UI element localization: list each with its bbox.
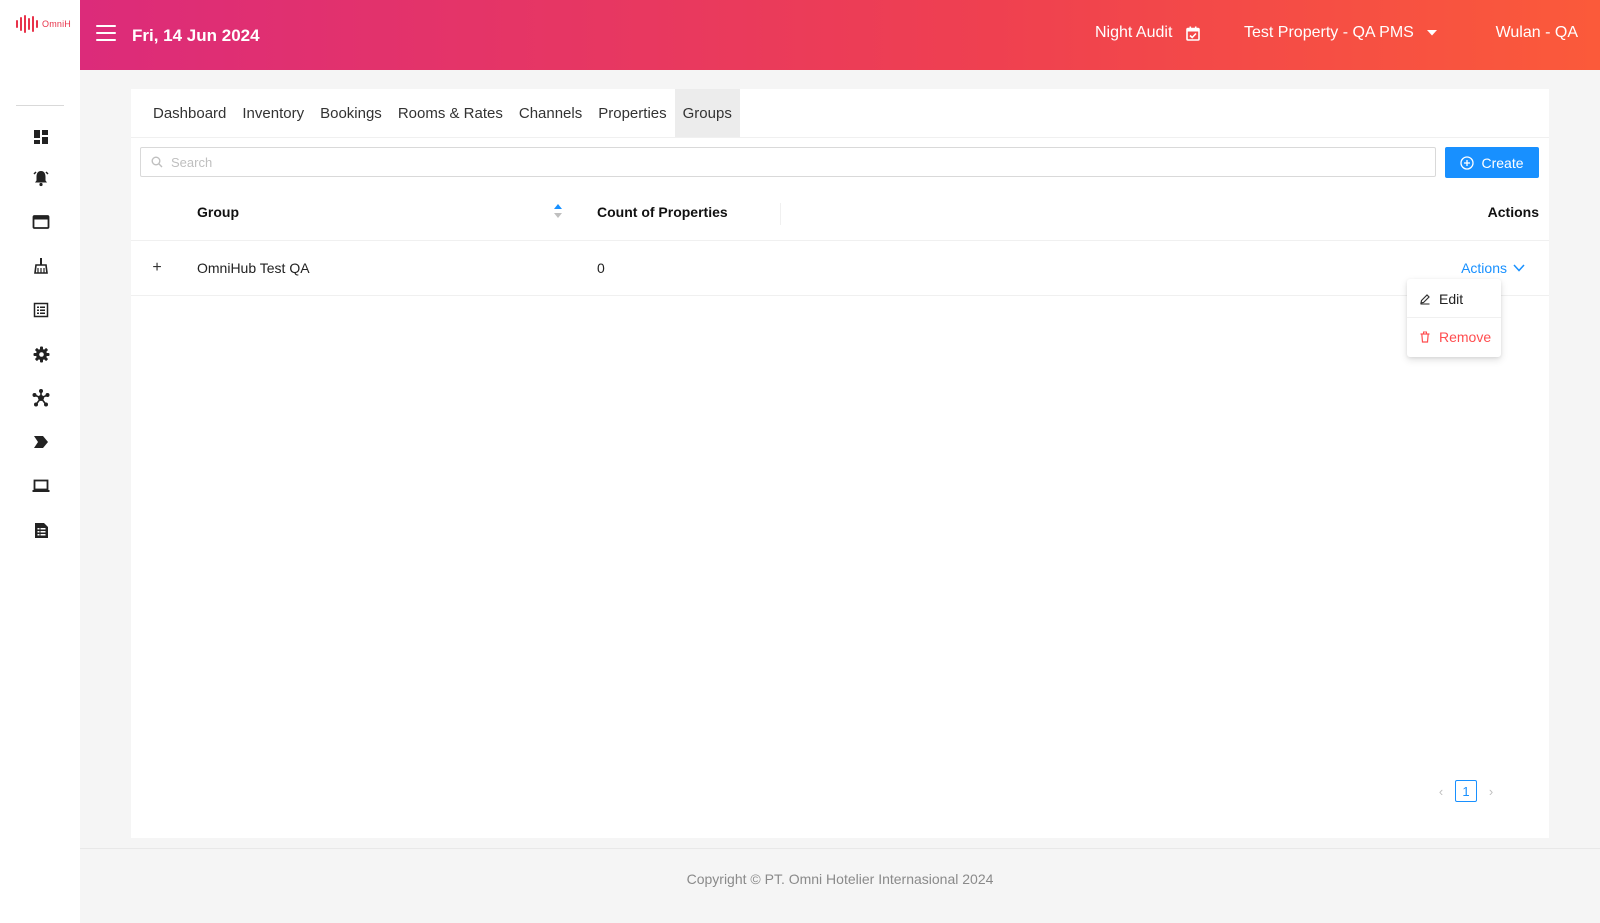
logo-text: OmniH <box>42 19 72 29</box>
property-name: Test Property - QA PMS <box>1244 24 1414 41</box>
row-actions-dropdown[interactable]: Actions <box>1461 260 1525 276</box>
tab-rooms-rates[interactable]: Rooms & Rates <box>390 89 511 137</box>
user-menu[interactable]: Wulan - QA <box>1496 24 1578 42</box>
table-row: + OmniHub Test QA 0 Actions <box>131 241 1549 296</box>
table-header: Group Count of Properties Actions <box>131 187 1549 241</box>
bell-icon <box>33 171 49 187</box>
chevron-down-icon <box>1513 264 1525 272</box>
tab-dashboard[interactable]: Dashboard <box>145 89 234 137</box>
tab-inventory[interactable]: Inventory <box>234 89 312 137</box>
column-header-group: Group <box>197 204 239 220</box>
sidebar-item-window[interactable] <box>28 209 54 235</box>
header-date: Fri, 14 Jun 2024 <box>132 26 260 45</box>
copyright-text: Copyright © PT. Omni Hotelier Internasio… <box>686 871 994 887</box>
sidebar-item-channels[interactable] <box>28 385 54 411</box>
column-header-actions: Actions <box>1487 204 1539 220</box>
night-audit-button[interactable]: Night Audit <box>1095 24 1201 42</box>
sidebar-item-reports[interactable] <box>28 517 54 543</box>
pagination-next-button[interactable]: › <box>1485 784 1497 799</box>
property-select[interactable]: Test Property - QA PMS <box>1244 24 1438 42</box>
calendar-check-icon <box>1186 26 1201 41</box>
hamburger-line <box>96 32 116 34</box>
row-actions-label: Actions <box>1461 260 1507 276</box>
night-audit-label: Night Audit <box>1095 24 1173 41</box>
column-divider <box>780 203 781 225</box>
network-icon <box>32 389 50 407</box>
create-button[interactable]: Create <box>1445 147 1539 178</box>
laptop-icon <box>32 479 50 492</box>
sidebar-item-tags[interactable] <box>28 429 54 455</box>
sidebar-item-notifications[interactable] <box>28 165 54 191</box>
arrow-tag-icon <box>34 436 48 448</box>
dashboard-icon <box>34 130 48 144</box>
menu-toggle-button[interactable] <box>96 25 116 43</box>
logo[interactable]: OmniH <box>16 14 71 34</box>
pencil-icon <box>1420 294 1430 305</box>
cell-count: 0 <box>597 260 605 276</box>
tab-divider <box>131 137 1549 138</box>
gear-icon <box>33 346 49 362</box>
report-icon <box>34 522 48 538</box>
sidebar-item-list[interactable] <box>28 297 54 323</box>
tab-properties[interactable]: Properties <box>590 89 674 137</box>
broom-icon <box>34 258 48 274</box>
sidebar-item-housekeeping[interactable] <box>28 253 54 279</box>
pagination: ‹ 1 › <box>1435 779 1497 803</box>
cell-group: OmniHub Test QA <box>197 260 310 276</box>
caret-down-icon <box>1426 30 1437 36</box>
plus-circle-icon <box>1460 155 1475 170</box>
tab-groups[interactable]: Groups <box>674 89 740 137</box>
sidebar-divider <box>16 105 64 106</box>
tab-channels[interactable]: Channels <box>511 89 590 137</box>
search-input[interactable] <box>169 153 1373 171</box>
search-box <box>140 147 1436 177</box>
menu-item-remove[interactable]: Remove <box>1407 319 1501 355</box>
top-header: Fri, 14 Jun 2024 Night Audit Test Proper… <box>80 0 1600 70</box>
menu-item-edit-label: Edit <box>1439 291 1464 307</box>
pagination-prev-button[interactable]: ‹ <box>1435 784 1447 799</box>
actions-menu: Edit Remove <box>1407 279 1501 357</box>
sidebar-item-settings[interactable] <box>28 341 54 367</box>
hamburger-line <box>96 39 116 41</box>
tab-bar: Dashboard Inventory Bookings Rooms & Rat… <box>131 89 740 137</box>
menu-divider <box>1407 317 1501 318</box>
logo-mark-icon <box>16 15 38 33</box>
sort-icon[interactable] <box>553 202 563 220</box>
list-icon <box>33 302 49 318</box>
groups-card: Dashboard Inventory Bookings Rooms & Rat… <box>131 89 1549 838</box>
sidebar-item-dashboard[interactable] <box>28 124 54 150</box>
sidebar: OmniH <box>0 0 80 923</box>
window-icon <box>32 215 50 229</box>
sidebar-item-devices[interactable] <box>28 473 54 499</box>
hamburger-line <box>96 25 116 27</box>
search-icon <box>151 156 163 168</box>
column-header-count: Count of Properties <box>597 204 728 220</box>
menu-item-remove-label: Remove <box>1439 329 1492 345</box>
tab-bookings[interactable]: Bookings <box>312 89 390 137</box>
menu-item-edit[interactable]: Edit <box>1407 281 1501 317</box>
footer: Copyright © PT. Omni Hotelier Internasio… <box>80 848 1600 909</box>
row-expand-button[interactable]: + <box>149 259 165 276</box>
pagination-page-current[interactable]: 1 <box>1455 780 1477 802</box>
expand-icon: + <box>152 259 162 276</box>
create-button-label: Create <box>1481 154 1524 171</box>
trash-icon <box>1420 331 1430 343</box>
